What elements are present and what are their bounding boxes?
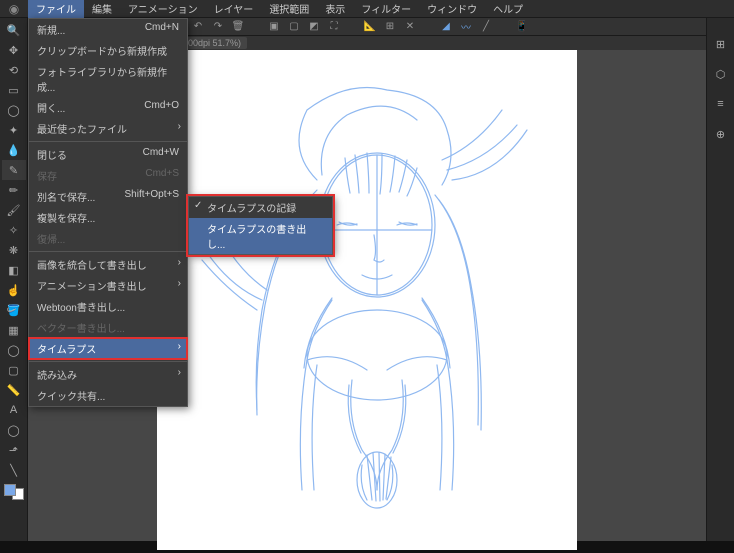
tool-move-icon[interactable]: ✥ <box>2 40 26 60</box>
menu-item-quickshare[interactable]: クイック共有... <box>29 385 187 406</box>
app-logo-icon[interactable]: ◉ <box>4 0 24 18</box>
tool-line-icon[interactable]: ╲ <box>2 460 26 480</box>
snap-grid-icon[interactable]: ⊞ <box>382 20 398 34</box>
menu-item-new-clipboard[interactable]: クリップボードから新規作成 <box>29 40 187 61</box>
menu-separator <box>29 141 187 142</box>
menu-item-save-as[interactable]: 別名で保存...Shift+Opt+S <box>29 186 187 207</box>
invert-icon[interactable]: ◩ <box>306 20 322 34</box>
tool-deco-icon[interactable]: ❋ <box>2 240 26 260</box>
panel-layer-icon[interactable]: ≡ <box>709 94 733 114</box>
menu-item-new-photo[interactable]: フォトライブラリから新規作成... <box>29 61 187 97</box>
menu-animation[interactable]: アニメーション <box>120 0 206 18</box>
tool-shape-icon[interactable]: ◯ <box>2 340 26 360</box>
tool-airbrush-icon[interactable]: ✧ <box>2 220 26 240</box>
select-all-icon[interactable]: ▣ <box>266 20 282 34</box>
menu-separator <box>29 251 187 252</box>
tool-eyedrop-icon[interactable]: 💧 <box>2 140 26 160</box>
menu-layer[interactable]: レイヤー <box>206 0 262 18</box>
panel-nav-icon[interactable]: ⊞ <box>709 34 733 54</box>
tool-text-icon[interactable]: A <box>2 400 26 420</box>
menu-item-vector-export: ベクター書き出し... <box>29 317 187 338</box>
snap-ruler-icon[interactable]: 📐 <box>362 20 378 34</box>
menu-file[interactable]: ファイル <box>28 0 84 18</box>
tool-frame-icon[interactable]: ▢ <box>2 360 26 380</box>
tool-gradient-icon[interactable]: ▦ <box>2 320 26 340</box>
ruler-on-icon[interactable]: ◢ <box>438 20 454 34</box>
ruler-curve-icon[interactable]: 〰 <box>458 20 474 34</box>
timelapse-submenu: タイムラプスの記録 タイムラプスの書き出し... <box>188 196 333 255</box>
submenu-item-export[interactable]: タイムラプスの書き出し... <box>189 218 332 254</box>
color-swatch[interactable] <box>4 484 24 500</box>
submenu-item-record[interactable]: タイムラプスの記録 <box>189 197 332 218</box>
tool-marquee-icon[interactable]: ▭ <box>2 80 26 100</box>
tool-eraser-icon[interactable]: ◧ <box>2 260 26 280</box>
menu-edit[interactable]: 編集 <box>84 0 120 18</box>
menu-bar: ファイル 編集 アニメーション レイヤー 選択範囲 表示 フィルター ウィンドウ… <box>0 0 734 18</box>
panel-material-icon[interactable]: ⊕ <box>709 124 733 144</box>
canvas[interactable] <box>157 50 577 550</box>
menu-item-timelapse[interactable]: タイムラプス <box>29 338 187 359</box>
fg-color-icon <box>4 484 16 496</box>
menu-item-revert: 復帰... <box>29 228 187 249</box>
menu-item-close[interactable]: 閉じるCmd+W <box>29 144 187 165</box>
deselect-icon[interactable]: ▢ <box>286 20 302 34</box>
menu-item-save-dup[interactable]: 複製を保存... <box>29 207 187 228</box>
menu-item-anim-export[interactable]: アニメーション書き出し <box>29 275 187 296</box>
tool-balloon-icon[interactable]: ◯ <box>2 420 26 440</box>
tool-blend-icon[interactable]: ☝ <box>2 280 26 300</box>
menu-item-webtoon-export[interactable]: Webtoon書き出し... <box>29 296 187 317</box>
menu-item-merge-export[interactable]: 画像を統合して書き出し <box>29 254 187 275</box>
menu-separator <box>29 361 187 362</box>
clear-icon[interactable]: 🗑 <box>230 20 246 34</box>
menu-filter[interactable]: フィルター <box>353 0 419 18</box>
menu-item-open[interactable]: 開く...Cmd+O <box>29 97 187 118</box>
tool-lasso-icon[interactable]: ◯ <box>2 100 26 120</box>
tool-correct-icon[interactable]: ⬏ <box>2 440 26 460</box>
ruler-line-icon[interactable]: ╱ <box>478 20 494 34</box>
tool-wand-icon[interactable]: ✦ <box>2 120 26 140</box>
menu-item-recent[interactable]: 最近使ったファイル <box>29 118 187 139</box>
menu-item-new[interactable]: 新規...Cmd+N <box>29 19 187 40</box>
tool-fill-icon[interactable]: 🪣 <box>2 300 26 320</box>
tool-ruler-icon[interactable]: 📏 <box>2 380 26 400</box>
right-toolbar: ⊞ ⬡ ≡ ⊕ <box>706 18 734 541</box>
menu-selection[interactable]: 選択範囲 <box>261 0 317 18</box>
file-menu-dropdown: 新規...Cmd+N クリップボードから新規作成 フォトライブラリから新規作成.… <box>28 18 188 407</box>
tool-rotate-icon[interactable]: ⟲ <box>2 60 26 80</box>
sketch-artwork <box>157 50 577 550</box>
redo-icon[interactable]: ↷ <box>210 20 226 34</box>
tool-brush-icon[interactable]: 🖌 <box>2 200 26 220</box>
menu-window[interactable]: ウィンドウ <box>419 0 485 18</box>
tool-magnify-icon[interactable]: 🔍 <box>2 20 26 40</box>
snap-special-icon[interactable]: ✕ <box>402 20 418 34</box>
menu-help[interactable]: ヘルプ <box>485 0 531 18</box>
tool-pen-icon[interactable]: ✎ <box>2 160 26 180</box>
menu-item-import[interactable]: 読み込み <box>29 364 187 385</box>
menu-view[interactable]: 表示 <box>317 0 353 18</box>
left-toolbar: 🔍 ✥ ⟲ ▭ ◯ ✦ 💧 ✎ ✏ 🖌 ✧ ❋ ◧ ☝ 🪣 ▦ ◯ ▢ 📏 A … <box>0 18 28 541</box>
menu-item-save: 保存Cmd+S <box>29 165 187 186</box>
panel-3d-icon[interactable]: ⬡ <box>709 64 733 84</box>
smartphone-icon[interactable]: 📱 <box>514 20 530 34</box>
tool-pencil-icon[interactable]: ✏ <box>2 180 26 200</box>
expand-icon[interactable]: ⛶ <box>326 20 342 34</box>
undo-icon[interactable]: ↶ <box>190 20 206 34</box>
